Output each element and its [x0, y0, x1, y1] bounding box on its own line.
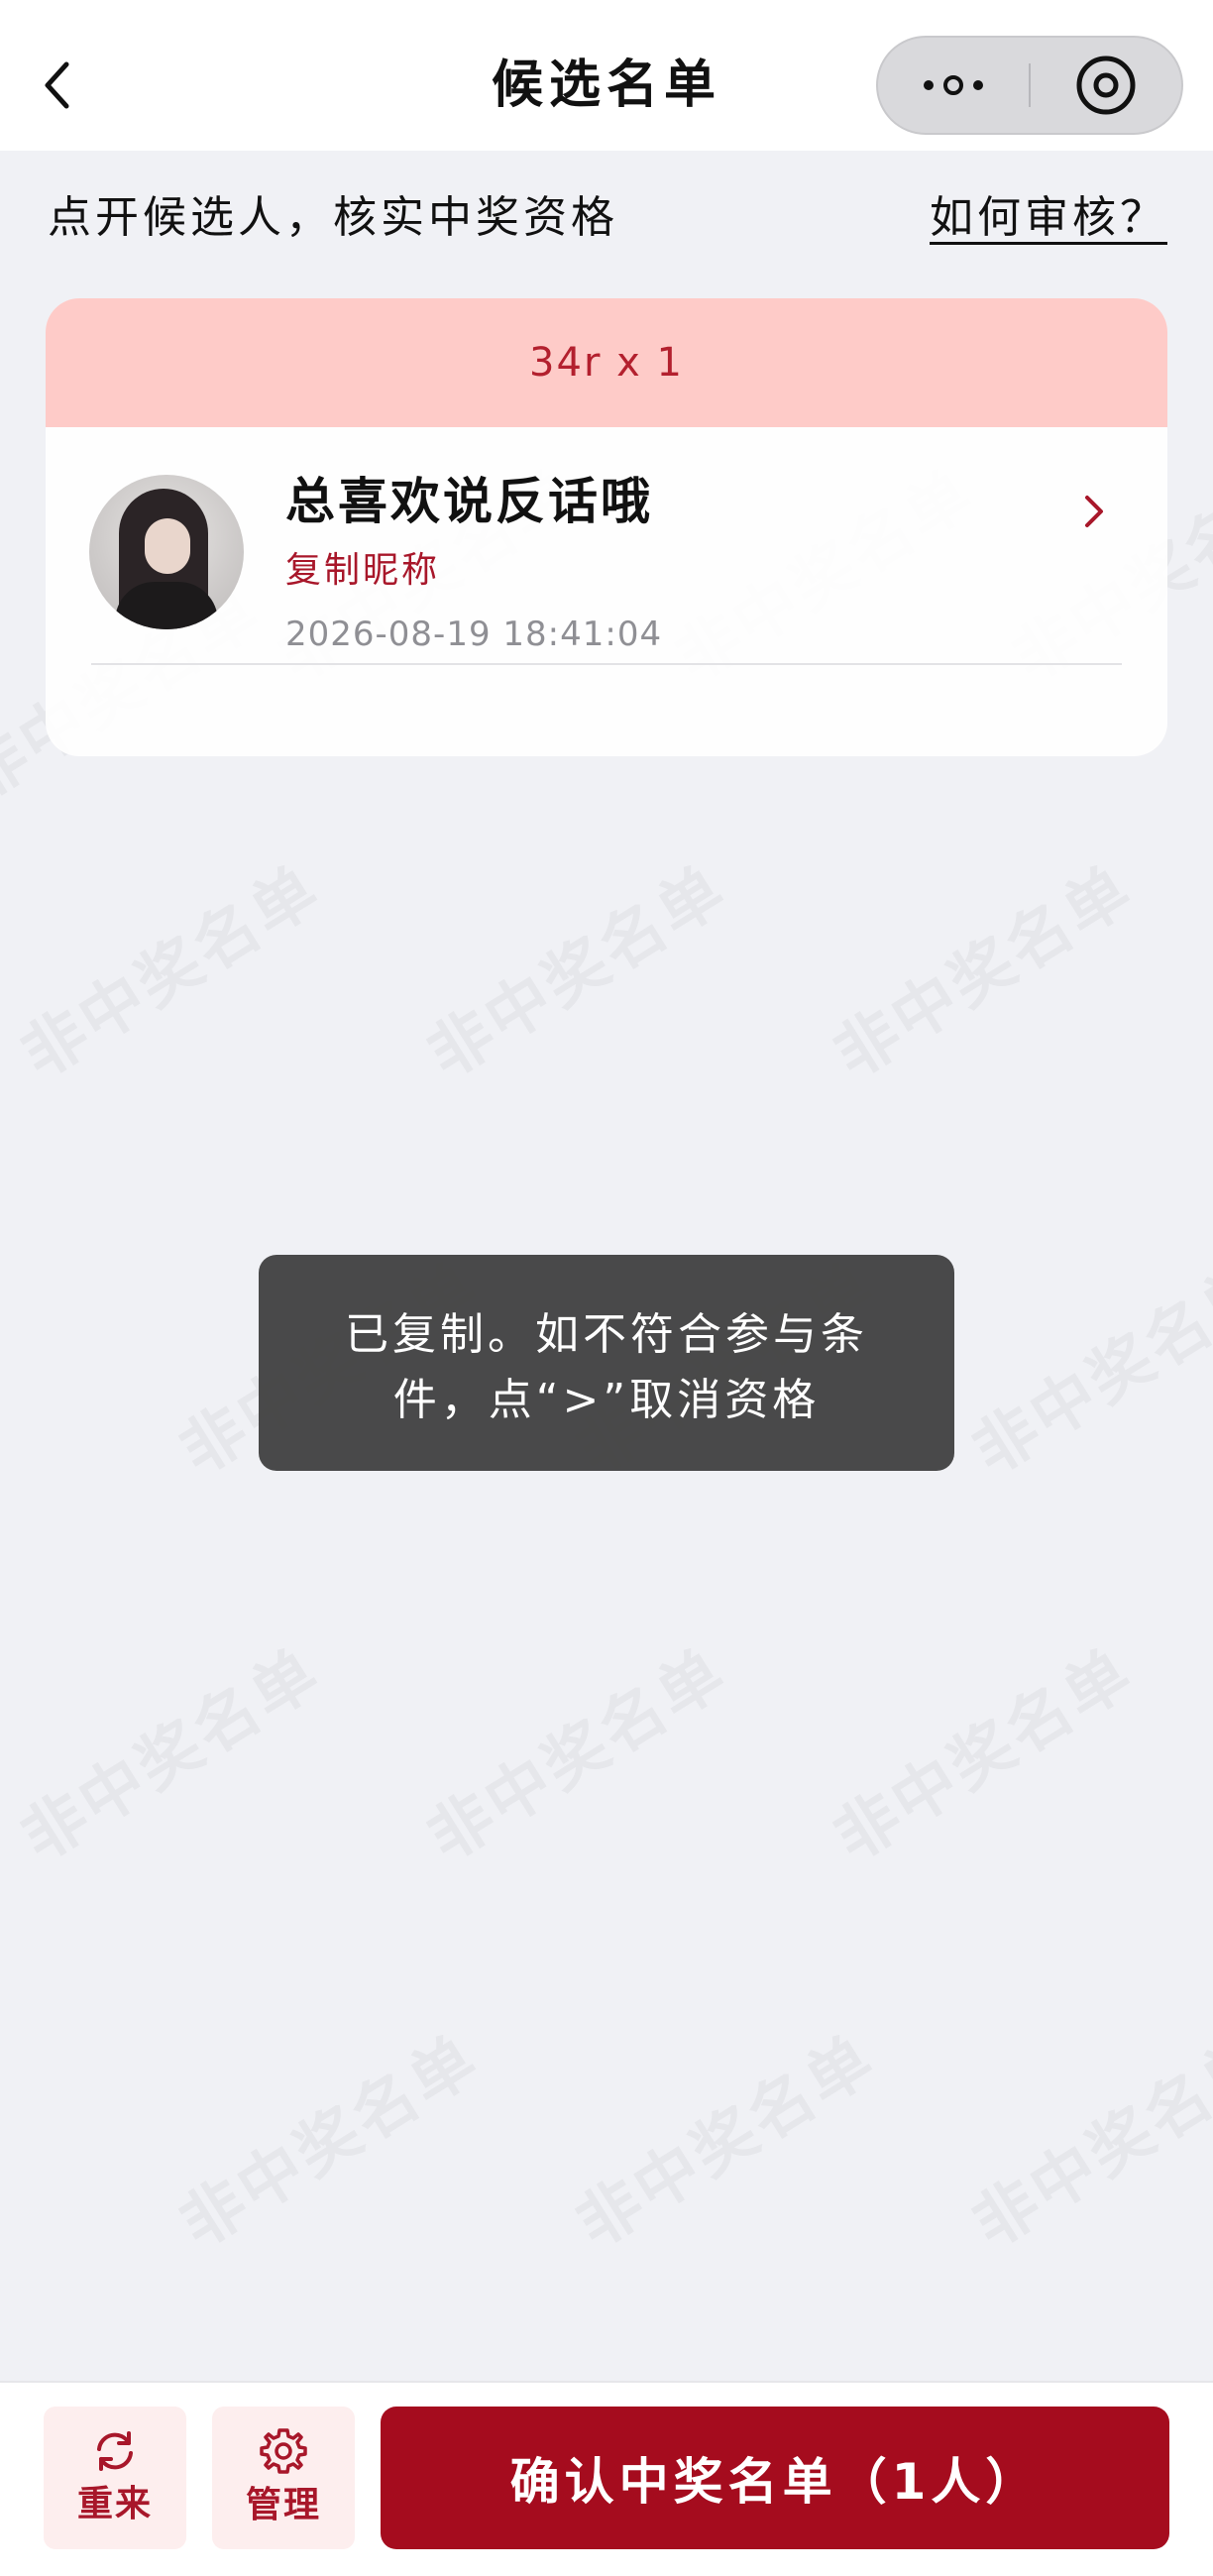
toast-message: 已复制。如不符合参与条 件，点“>”取消资格 [259, 1255, 954, 1471]
gear-icon [260, 2428, 307, 2474]
watermark: 非中奖名单 [959, 2020, 1213, 2263]
confirm-winners-button[interactable]: 确认中奖名单（1人） [381, 2407, 1169, 2549]
manage-label: 管理 [245, 2485, 321, 2525]
entry-timestamp: 2026-08-19 18:41:04 [285, 615, 663, 654]
more-dots-icon [924, 75, 983, 95]
open-candidate-button[interactable] [1076, 487, 1112, 536]
watermark: 非中奖名单 [563, 2020, 889, 2263]
watermark: 非中奖名单 [959, 1247, 1213, 1490]
bottom-action-bar: 重来 管理 确认中奖名单（1人） [0, 2381, 1213, 2576]
watermark: 非中奖名单 [166, 2020, 493, 2263]
instruction-text: 点开候选人，核实中奖资格 [48, 192, 618, 243]
right-chevron-icon [1085, 496, 1103, 527]
avatar [89, 475, 244, 629]
watermark: 非中奖名单 [8, 1633, 334, 1876]
toast-line-1: 已复制。如不符合参与条 [345, 1309, 868, 1360]
refresh-icon [97, 2431, 133, 2471]
candidate-entry[interactable]: 总喜欢说反话哦 复制昵称 2026-08-19 18:41:04 [46, 427, 1167, 711]
divider [91, 663, 1122, 665]
watermark: 非中奖名单 [8, 850, 334, 1093]
watermark: 非中奖名单 [821, 1633, 1147, 1876]
how-to-review-link[interactable]: 如何审核？ [930, 188, 1167, 248]
toast-line-2: 件，点“>”取消资格 [392, 1375, 821, 1425]
close-miniprogram-button[interactable] [1031, 38, 1181, 133]
close-circle-icon [1076, 56, 1136, 115]
candidate-nickname: 总喜欢说反话哦 [285, 473, 653, 530]
manage-button[interactable]: 管理 [212, 2407, 355, 2549]
candidate-card: 34r x 1 总喜欢说反话哦 复制昵称 2026-08-19 18:41:04 [46, 298, 1167, 756]
watermark: 非中奖名单 [414, 850, 740, 1093]
reset-button[interactable]: 重来 [44, 2407, 186, 2549]
more-button[interactable] [878, 38, 1029, 133]
navigation-bar: 候选名单 [0, 0, 1213, 151]
copy-nickname-link[interactable]: 复制昵称 [285, 546, 440, 596]
mini-program-capsule [876, 36, 1183, 135]
watermark: 非中奖名单 [414, 1633, 740, 1876]
prize-header: 34r x 1 [46, 298, 1167, 427]
reset-label: 重来 [76, 2484, 153, 2524]
watermark: 非中奖名单 [821, 850, 1147, 1093]
